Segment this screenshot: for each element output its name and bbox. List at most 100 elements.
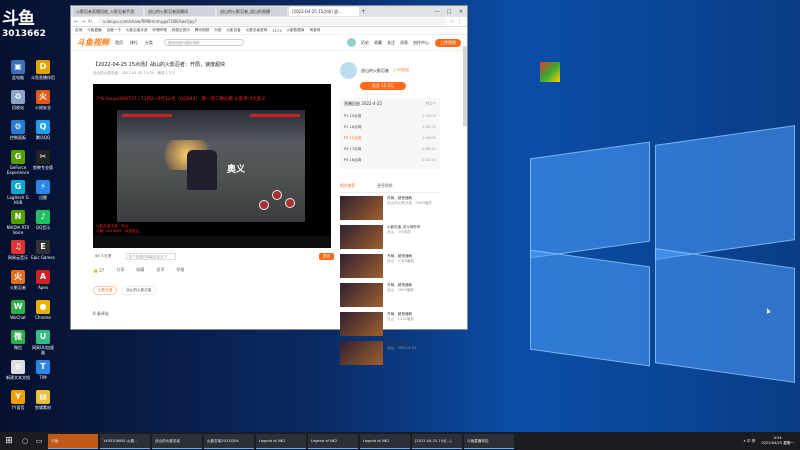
bookmark-item[interactable]: 腾讯视频	[195, 28, 209, 33]
playlist-item[interactable]: P4 17点场 0:58:41	[344, 144, 436, 155]
bookmark-item[interactable]: 斗鱼直播	[87, 28, 101, 33]
bookmark-item[interactable]: 哔哩哔哩	[153, 28, 167, 33]
close-icon[interactable]: ✕	[455, 9, 467, 15]
recommend-item[interactable]: 开局，超快速刷 战山 · 2786播放	[340, 254, 440, 280]
bookmark-item[interactable]: 5173	[272, 29, 281, 33]
search-icon[interactable]: ○	[18, 437, 32, 445]
like-button[interactable]: 👍 27	[93, 268, 104, 273]
clock[interactable]: 4:34 2022/04/25 星期一	[761, 436, 794, 446]
back-icon[interactable]: ←	[74, 19, 81, 25]
header-creator[interactable]: 创作中心	[413, 40, 429, 46]
bookmark-item[interactable]: 应用	[75, 28, 82, 33]
player-controls[interactable]	[93, 236, 331, 248]
desktop-icon[interactable]: ⚙ 控制面板	[6, 120, 30, 140]
recommend-title[interactable]: 开局，超快速刷	[387, 254, 412, 258]
danmu-input[interactable]: 发个友善的弹幕见证当下	[125, 252, 176, 260]
search-input[interactable]: 搜索你感兴趣的视频	[163, 39, 244, 46]
tag[interactable]: 火影忍者	[93, 286, 118, 295]
desktop-shortcut-icon[interactable]	[540, 62, 560, 82]
taskbar-app[interactable]: 1493106081-火影...	[100, 433, 150, 449]
desktop-icon[interactable]: ● Chrome	[31, 300, 55, 320]
desktop-icon[interactable]: ▣ 此电脑	[6, 60, 30, 80]
send-button[interactable]: 发送	[318, 252, 334, 260]
bookmark-item[interactable]: 百度一下	[107, 28, 121, 33]
tab-related[interactable]: 相关推荐	[340, 183, 355, 189]
header-favorites[interactable]: 收藏	[374, 40, 382, 46]
windows-start-icon[interactable]: ⊞	[0, 436, 18, 446]
browser-tab[interactable]: 火影忍者直播回放_火影忍者手游	[73, 7, 143, 16]
taskbar-app[interactable]: 斗鱼	[48, 433, 98, 449]
recommend-title[interactable]: 开局，超快速刷	[387, 196, 412, 200]
taskbar-app[interactable]: Legend of NK2	[256, 433, 306, 449]
desktop-icon[interactable]: ⚡ 迅雷	[31, 180, 55, 200]
uploader-name[interactable]: 战山的火影忍者	[361, 68, 389, 74]
taskbar-app[interactable]: 斗鱼直播伴侣	[464, 433, 514, 449]
bookmark-item[interactable]: 网易云音乐	[172, 28, 190, 33]
reload-icon[interactable]: ↻	[88, 19, 95, 25]
recommend-title[interactable]: 战山的火影忍者	[387, 341, 412, 345]
taskbar-app[interactable]: 火影忍者2022月04	[204, 433, 254, 449]
taskbar-app[interactable]: 战山的火影忍者	[152, 433, 202, 449]
playlist-item[interactable]: P3 15点场 1:00:05	[344, 133, 436, 144]
nav-rank[interactable]: 排行	[130, 40, 138, 45]
desktop-icon[interactable]: ▤ 剪辑素材	[31, 390, 55, 410]
thumbnail[interactable]	[340, 341, 383, 365]
recommend-item[interactable]: 开局，超快速刷 战山的火影忍者 · 3589播放	[340, 196, 440, 222]
recommend-item[interactable]: 开局，超快速刷 战山 · 2654播放	[340, 283, 440, 309]
tab-more[interactable]: 更多视频	[377, 183, 392, 189]
desktop-icon[interactable]: 微微信	[6, 330, 30, 350]
nav-category[interactable]: 分类	[145, 40, 153, 45]
taskbar-app[interactable]: Legend of NK2	[360, 433, 410, 449]
tray-icons[interactable]: ∧ 中 拼	[743, 439, 755, 444]
desktop-icon[interactable]: Y YY语音	[6, 390, 30, 410]
desktop-icon[interactable]: ≡ 新建文本文档	[6, 360, 30, 380]
recommend-title[interactable]: 火影忍者 决斗场秒杀	[387, 225, 421, 229]
desktop-icon[interactable]: 火火影忍者	[6, 270, 30, 290]
browser-tab[interactable]: 战山的火影忍者_战山的直播	[217, 7, 287, 16]
desktop-icon[interactable]: A Apex	[31, 270, 55, 290]
recommend-item[interactable]: 开局，超快速刷 战山 · 1234播放	[340, 312, 440, 338]
favorite-button[interactable]: 收藏	[136, 267, 144, 273]
desktop-icon[interactable]: ♫ 网易云音乐	[6, 240, 30, 260]
desktop-icon[interactable]: U 网易UU加速器	[31, 330, 55, 355]
thumbnail[interactable]	[340, 254, 383, 278]
uploader-avatar[interactable]	[340, 62, 357, 79]
thumbnail[interactable]	[340, 283, 383, 307]
browser-tab-active[interactable]: [2022-04-25 15点场] 战...	[289, 7, 359, 16]
header-follow[interactable]: 关注	[387, 40, 395, 46]
minimize-icon[interactable]: —	[431, 9, 443, 15]
desktop-icon[interactable]: Q 腾讯QQ	[31, 120, 55, 140]
browser-tab[interactable]: 战山的火影忍者直播间	[145, 7, 215, 16]
thumbnail[interactable]	[340, 312, 383, 336]
taskbar-app[interactable]: [2022-04-25 15点...]	[412, 433, 462, 449]
recommend-item[interactable]: 火影忍者 决斗场秒杀 战山 · 2分钟前	[340, 225, 440, 251]
bookmark-item[interactable]: 火影数据库	[287, 28, 305, 33]
avatar[interactable]	[347, 38, 356, 47]
bookmark-item[interactable]: 淘宝网	[309, 28, 320, 33]
recommend-title[interactable]: 开局，超快速刷	[387, 312, 412, 316]
desktop-icon[interactable]: ♻ 回收站	[6, 90, 30, 110]
task-view-icon[interactable]: ▭	[32, 437, 46, 445]
bookmark-item[interactable]: 火影忍者	[226, 28, 240, 33]
forward-icon[interactable]: →	[81, 19, 88, 25]
maximize-icon[interactable]: □	[443, 9, 455, 15]
header-history[interactable]: 历史	[361, 40, 369, 46]
desktop-icon[interactable]: ✂ 剪映专业版	[31, 150, 55, 170]
bookmark-item[interactable]: 火影忍者手游	[126, 28, 148, 33]
desktop-icon[interactable]: 火火绒安全	[31, 90, 55, 110]
nav-home[interactable]: 首页	[115, 40, 123, 45]
playlist-item[interactable]: P2 16点场 1:00:20	[344, 122, 436, 133]
share-button[interactable]: 分享	[116, 267, 124, 273]
recommend-item[interactable]: 战山的火影忍者 战山 · 2022-4-25	[340, 341, 440, 367]
new-tab-button[interactable]: +	[361, 8, 369, 15]
report-button[interactable]: 举报	[176, 267, 184, 273]
bookmark-item[interactable]: 火影忍者官网	[246, 28, 268, 33]
thumbnail[interactable]	[340, 196, 383, 220]
desktop-icon[interactable]: ♪ QQ音乐	[31, 210, 55, 230]
playlist-item[interactable]: P1 15点场 1:02:03	[344, 111, 436, 122]
site-logo[interactable]: 斗鱼视频	[77, 37, 109, 48]
scrollbar[interactable]	[463, 46, 467, 126]
taskbar-app[interactable]: Legend of NK2	[308, 433, 358, 449]
desktop-icon[interactable]: T TIM	[31, 360, 55, 380]
playlist-item[interactable]: P5 18点场 0:42:10	[344, 155, 436, 166]
